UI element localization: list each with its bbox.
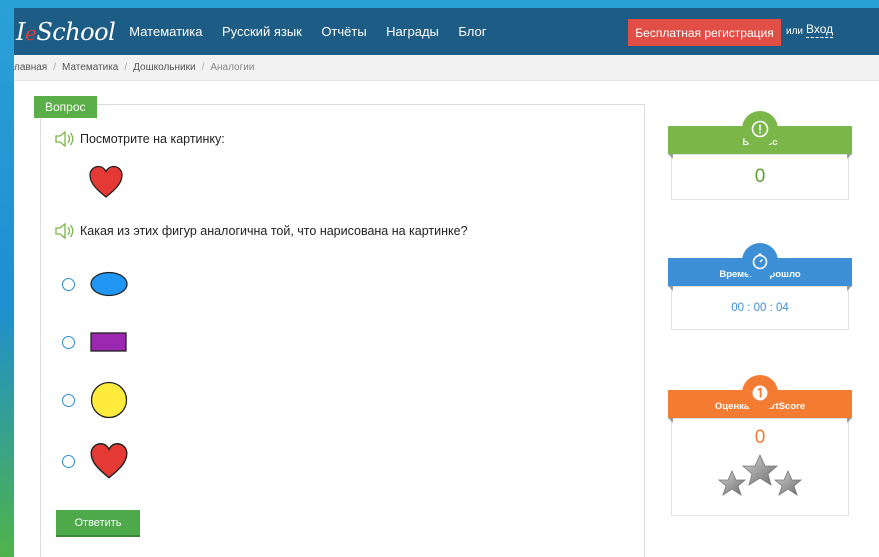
smartscore-header: Оценка SmartScore — [668, 375, 852, 423]
prompt-text-2: Какая из этих фигур аналогична той, что … — [80, 224, 468, 238]
exclamation-icon — [742, 111, 778, 147]
speaker-icon[interactable] — [54, 222, 76, 240]
option-blue-oval[interactable] — [62, 270, 129, 298]
score-badge-icon — [742, 375, 778, 411]
prompt-which-figure: Какая из этих фигур аналогична той, что … — [54, 222, 468, 240]
radio-button[interactable] — [62, 277, 75, 291]
smartscore-body: 0 — [671, 418, 849, 516]
speaker-icon[interactable] — [54, 130, 76, 148]
question-counter-widget: Вопрос 0 — [668, 111, 852, 200]
stars-icon — [717, 454, 803, 496]
or-label: или — [786, 26, 804, 37]
nav-blog[interactable]: Блог — [458, 24, 486, 39]
red-heart-shape — [90, 443, 128, 479]
question-tab: Вопрос — [34, 96, 97, 118]
prompt-text-1: Посмотрите на картинку: — [80, 132, 225, 146]
breadcrumb-separator: / — [53, 62, 56, 73]
login-link[interactable]: Вход — [806, 22, 834, 38]
breadcrumb-current: Аналогии — [210, 62, 255, 73]
time-elapsed-widget: Времени прошло 00 : 00 : 04 — [668, 243, 852, 330]
nav-awards[interactable]: Награды — [386, 24, 439, 39]
radio-button[interactable] — [62, 454, 75, 468]
time-elapsed-value: 00 : 00 : 04 — [731, 302, 789, 314]
question-panel — [40, 104, 645, 557]
time-elapsed-header: Времени прошло — [668, 243, 852, 291]
top-navbar: IeSchool Математика Русский язык Отчёты … — [14, 8, 879, 55]
radio-button[interactable] — [62, 393, 75, 407]
main-nav: Математика Русский язык Отчёты Награды Б… — [129, 23, 501, 41]
breadcrumb-math[interactable]: Математика — [62, 62, 118, 73]
sample-heart-shape — [89, 165, 123, 198]
nav-math[interactable]: Математика — [129, 24, 202, 39]
purple-rectangle-shape — [90, 332, 127, 352]
breadcrumb-preschool[interactable]: Дошкольники — [133, 62, 195, 73]
smartscore-value: 0 — [754, 427, 766, 448]
nav-russian[interactable]: Русский язык — [222, 24, 302, 39]
breadcrumb-separator: / — [201, 62, 205, 73]
breadcrumb: лавная / Математика / Дошкольники / Анал… — [14, 55, 879, 81]
nav-reports[interactable]: Отчёты — [321, 24, 366, 39]
breadcrumb-separator: / — [124, 62, 128, 73]
page-frame: IeSchool Математика Русский язык Отчёты … — [14, 8, 879, 557]
question-counter-value: 0 — [754, 166, 766, 187]
option-purple-rectangle[interactable] — [62, 330, 129, 354]
stopwatch-icon — [742, 243, 778, 279]
logo[interactable]: IeSchool — [16, 18, 116, 46]
question-counter-body: 0 — [671, 154, 849, 200]
option-red-heart[interactable] — [62, 442, 129, 480]
radio-button[interactable] — [62, 335, 75, 349]
blue-oval-shape — [90, 271, 128, 297]
smartscore-widget: Оценка SmartScore 0 — [668, 375, 852, 516]
question-counter-header: Вопрос — [668, 111, 852, 159]
yellow-circle-shape — [90, 381, 128, 419]
submit-answer-button[interactable]: Ответить — [56, 510, 140, 537]
register-button[interactable]: Бесплатная регистрация — [628, 19, 781, 46]
breadcrumb-home[interactable]: лавная — [14, 62, 47, 73]
time-elapsed-body: 00 : 00 : 04 — [671, 286, 849, 330]
prompt-look-at-picture: Посмотрите на картинку: — [54, 130, 225, 148]
option-yellow-circle[interactable] — [62, 380, 129, 420]
